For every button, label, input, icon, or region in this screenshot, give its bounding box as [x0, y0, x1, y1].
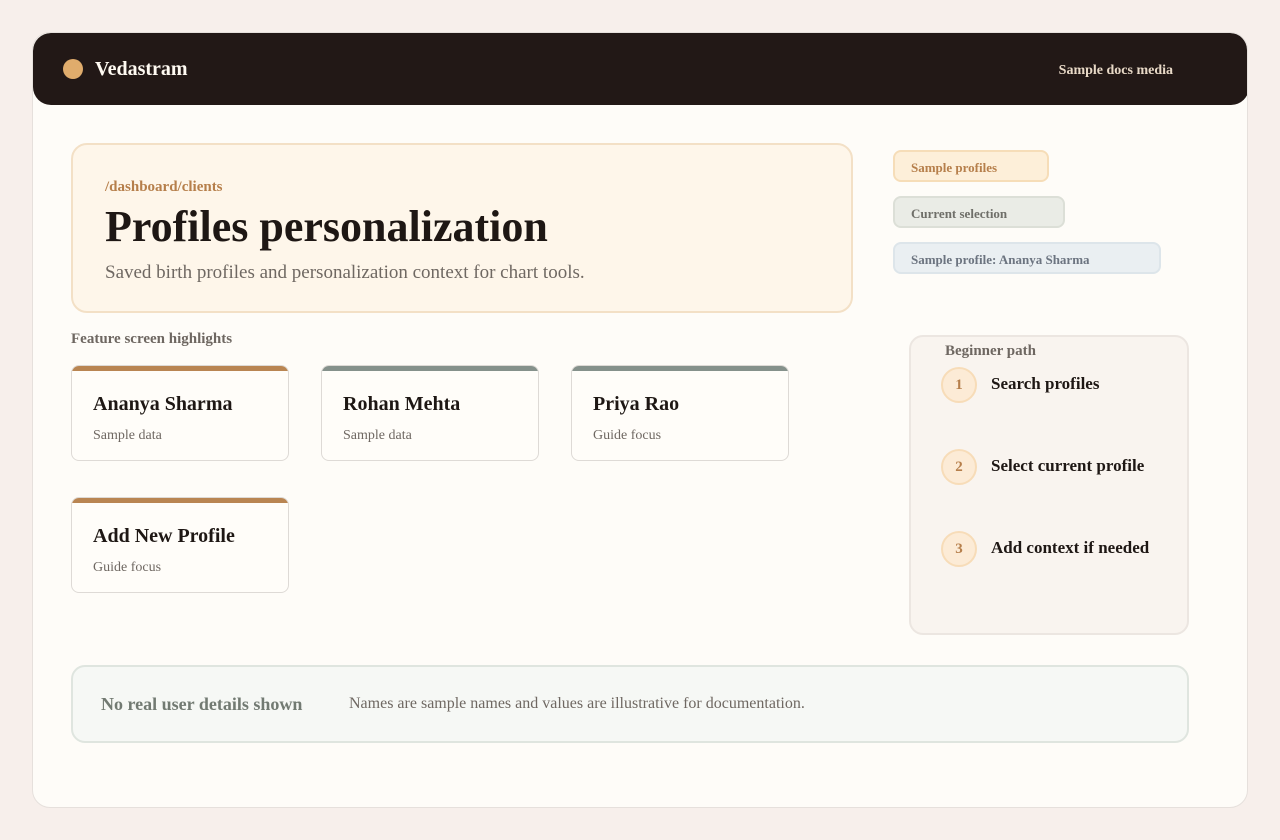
profile-caption: Sample data [93, 428, 162, 443]
profile-card[interactable]: Rohan Mehta Sample data [321, 365, 539, 461]
add-profile-label: Add New Profile [93, 525, 235, 547]
page-title: Profiles personalization [105, 202, 548, 251]
card-accent-bar [322, 366, 538, 371]
page-header-card: /dashboard/clients Profiles personalizat… [71, 143, 853, 313]
app-window: Vedastram Sample docs media /dashboard/c… [32, 32, 1248, 808]
notice-title: No real user details shown [101, 694, 303, 714]
step-label: Add context if needed [991, 538, 1150, 557]
step-item: 1 Search profiles [941, 367, 1181, 403]
step-item: 3 Add context if needed [941, 531, 1181, 567]
profile-name: Ananya Sharma [93, 393, 233, 415]
current-selection-tag[interactable]: Current selection [893, 196, 1065, 228]
profile-caption: Guide focus [593, 428, 662, 443]
add-profile-card[interactable]: Add New Profile Guide focus [71, 497, 289, 593]
profile-card[interactable]: Priya Rao Guide focus [571, 365, 789, 461]
profile-caption: Sample data [343, 428, 412, 443]
beginner-path-panel: Beginner path 1 Search profiles 2 Select… [909, 335, 1189, 635]
card-accent-bar [72, 498, 288, 503]
brand-name[interactable]: Vedastram [95, 57, 188, 81]
page-description: Saved birth profiles and personalization… [105, 262, 585, 283]
selected-profile-tag[interactable]: Sample profile: Ananya Sharma [893, 242, 1161, 274]
step-number-badge: 3 [941, 531, 977, 567]
step-label: Search profiles [991, 374, 1100, 393]
step-item: 2 Select current profile [941, 449, 1181, 485]
section-heading: Feature screen highlights [71, 331, 233, 347]
profile-name: Rohan Mehta [343, 393, 461, 415]
sample-profiles-tag[interactable]: Sample profiles [893, 150, 1049, 182]
brand-logo-icon [63, 59, 83, 79]
profile-caption: Guide focus [93, 560, 162, 575]
step-number-badge: 2 [941, 449, 977, 485]
notice-text: Names are sample names and values are il… [349, 695, 805, 712]
breadcrumb: /dashboard/clients [105, 179, 223, 195]
top-bar: Vedastram Sample docs media [33, 33, 1247, 105]
step-number-badge: 1 [941, 367, 977, 403]
step-label: Select current profile [991, 456, 1145, 475]
profile-card[interactable]: Ananya Sharma Sample data [71, 365, 289, 461]
profile-name: Priya Rao [593, 393, 680, 415]
card-accent-bar [72, 366, 288, 371]
panel-title: Beginner path [945, 343, 1036, 359]
privacy-notice: No real user details shown Names are sam… [71, 665, 1189, 743]
card-accent-bar [572, 366, 788, 371]
top-nav-link[interactable]: Sample docs media [1059, 62, 1173, 80]
